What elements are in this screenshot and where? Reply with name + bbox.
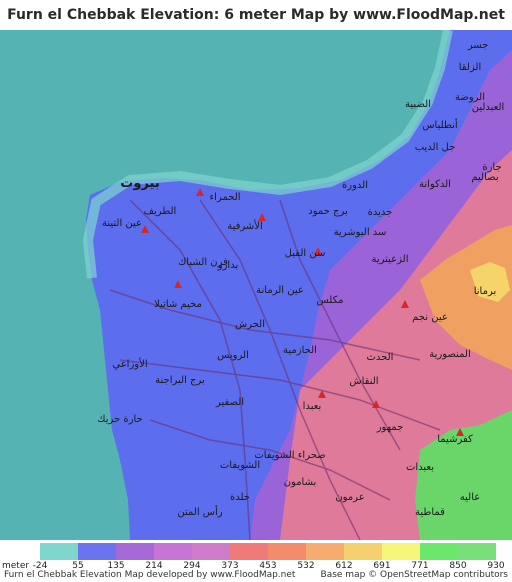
- legend-swatch: [344, 543, 382, 560]
- place-label-horsh: الحرش: [235, 319, 265, 330]
- place-label-naccache: النقاش: [349, 376, 378, 387]
- credit-left[interactable]: Furn el Chebbak Elevation Map developed …: [4, 570, 295, 580]
- place-label-ras-el-matn: رأس المتن: [177, 505, 222, 518]
- legend-swatch: [458, 543, 496, 560]
- elevation-map[interactable]: بيروت جسر الزلقا جل الديب أنطلياس الروضة العبد…: [0, 30, 512, 540]
- place-label-zalqa: الزلقا: [459, 62, 482, 73]
- place-label-achrafieh: الأشرفية: [227, 219, 263, 232]
- legend-swatch: [192, 543, 230, 560]
- place-label-sad: سد البوشرية: [334, 227, 387, 238]
- place-label-baabda: بعبدا: [303, 401, 322, 412]
- place-label-ain-najm: عين نجم: [412, 312, 448, 323]
- place-label-kfarshima: كفرشيما: [437, 434, 473, 445]
- place-label-khaldeh: خلدة: [230, 492, 250, 503]
- place-label-harik: حارة حريك: [97, 414, 142, 425]
- place-label-bsalim: بصاليم: [471, 172, 498, 183]
- legend-swatch: [40, 543, 78, 560]
- place-label-hadath: الحدث: [367, 352, 394, 363]
- place-label-hamra: الحمراء: [209, 192, 240, 203]
- place-label-ruweis: الرويس: [217, 350, 249, 361]
- place-label-shwayfat: الشويفات: [220, 460, 260, 471]
- place-label-furn: فرن الشباك: [178, 257, 228, 268]
- legend-color-bar: [40, 543, 496, 560]
- place-label-jamhour: جمهور: [376, 422, 404, 433]
- place-label-choueifat-b: صحراء الشويفات: [254, 450, 325, 461]
- place-label-burj-barajneh: برج البراجنة: [155, 375, 205, 386]
- place-label-chatila: مخيم شاتيلا: [154, 299, 202, 310]
- place-label-jal-el-dib: جل الديب: [415, 142, 456, 153]
- place-label-dibayeh: الضبية: [405, 99, 431, 110]
- place-label-mansourieh: المنصورية: [429, 349, 470, 360]
- place-label-sfeir: الصفير: [215, 397, 244, 408]
- legend-swatch: [420, 543, 458, 560]
- place-label-dekwaneh: الدكوانة: [419, 179, 451, 190]
- elevation-legend: meter -24 55 135 214 294 373 453 532 612 691 771 85…: [0, 540, 512, 571]
- place-label-aley: عاليه: [460, 492, 480, 503]
- place-label-abdine: العبدلين: [472, 102, 505, 113]
- place-label-hazmieh: الحازمية: [283, 345, 317, 356]
- map-title: Furn el Chebbak Elevation: 6 meter Map b…: [7, 7, 505, 53]
- place-label-brummana: برمانا: [474, 286, 497, 297]
- place-label-ouzai: الأوزاعي: [112, 357, 147, 370]
- place-label-beirut: بيروت: [120, 176, 159, 191]
- legend-swatch: [230, 543, 268, 560]
- legend-swatch: [154, 543, 192, 560]
- place-label-ain-tineh: عين التينة: [102, 218, 142, 229]
- place-label-qmatiyeh: قماطية: [415, 507, 445, 518]
- place-label-zaaitrieh: الزعيترية: [371, 254, 408, 265]
- place-label-baabdat: بعبدات: [406, 462, 434, 473]
- legend-swatch: [268, 543, 306, 560]
- place-label-burj-hammoud: برج حمود: [308, 206, 348, 217]
- place-label-atlas: أنطلياس: [422, 118, 458, 131]
- place-label-aramoun: عرمون: [335, 492, 364, 503]
- legend-swatch: [382, 543, 420, 560]
- place-label-ain-rumaneh: عين الرمانة: [256, 285, 304, 296]
- place-label-bchamoun: بشامون: [284, 477, 317, 488]
- credit-right[interactable]: Base map © OpenStreetMap contributors: [321, 570, 508, 580]
- place-label-dora: الدورة: [342, 180, 368, 191]
- place-label-jdeideh: جديدة: [368, 207, 393, 218]
- legend-swatch: [78, 543, 116, 560]
- legend-swatch: [306, 543, 344, 560]
- place-label-sin-el-fil: سن الفيل: [285, 248, 326, 259]
- map-footer: Furn el Chebbak Elevation Map developed …: [0, 570, 512, 582]
- place-label-tarik: الطريف: [144, 206, 177, 217]
- legend-swatch: [116, 543, 154, 560]
- map-canvas[interactable]: بيروتجسرالزلقاجل الديبأنطلياسالروضةالعبد…: [0, 30, 512, 540]
- place-label-jisr: جسر: [467, 40, 489, 51]
- place-label-mkalles: مكلس: [317, 295, 344, 306]
